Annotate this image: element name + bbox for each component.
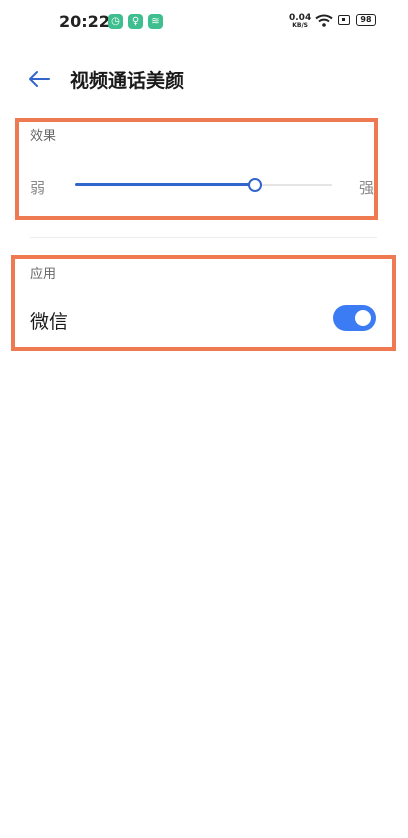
back-arrow-icon (29, 71, 50, 87)
back-button[interactable] (24, 64, 54, 94)
app-row-wechat[interactable]: 微信 (30, 303, 376, 335)
status-bar: 20:22 ◷ ♀ ≋ 0.04 KB/S 98 (0, 0, 408, 44)
bulb-notification-icon: ♀ (128, 14, 143, 29)
sim-card-icon (338, 15, 350, 25)
clock-notification-icon: ◷ (108, 14, 123, 29)
slider-weak-label: 弱 (30, 179, 46, 197)
slider-fill (75, 183, 255, 186)
apply-section-label: 应用 (30, 267, 57, 282)
slider-strong-label: 强 (359, 179, 375, 197)
toggle-knob (355, 310, 371, 326)
network-speed: 0.04 KB/S (289, 14, 311, 30)
battery-icon: 98 (356, 14, 376, 26)
beauty-level-slider[interactable] (75, 176, 332, 194)
page-title: 视频通话美颜 (70, 70, 185, 92)
slider-thumb[interactable] (247, 178, 262, 192)
app-name: 微信 (30, 311, 69, 333)
status-time: 20:22 (59, 12, 110, 31)
network-speed-unit: KB/S (292, 22, 308, 29)
effect-section-label: 效果 (30, 129, 57, 144)
app-notification-icon: ≋ (148, 14, 163, 29)
wifi-icon (315, 14, 333, 27)
wechat-toggle[interactable] (333, 305, 376, 331)
section-divider (30, 237, 377, 238)
effect-section-highlight (15, 118, 378, 220)
